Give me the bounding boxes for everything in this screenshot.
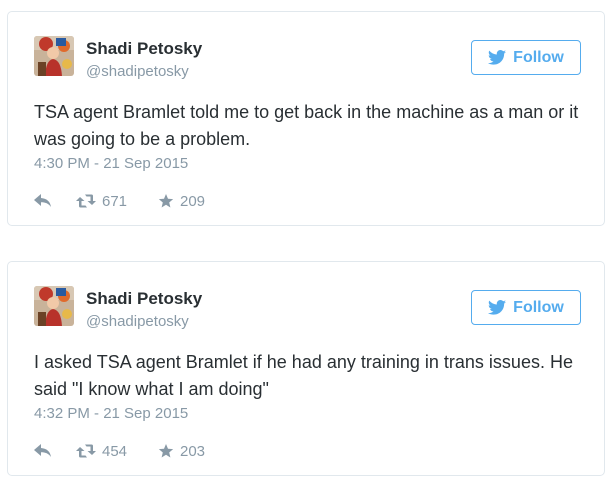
author-handle[interactable]: @shadipetosky (86, 313, 189, 330)
avatar[interactable] (34, 286, 74, 326)
reply-button[interactable] (34, 194, 76, 208)
retweet-count: 454 (102, 442, 128, 460)
favorite-count: 203 (180, 442, 206, 460)
tweet-card: Shadi Petosky @shadipetosky Follow TSA a… (7, 11, 605, 226)
author-name[interactable]: Shadi Petosky (86, 289, 202, 309)
follow-label: Follow (513, 48, 564, 66)
retweet-icon (76, 444, 96, 458)
twitter-bird-icon (488, 50, 507, 65)
reply-icon (34, 444, 51, 457)
tweet-actions: 454 203 (34, 440, 205, 462)
reply-icon (34, 194, 51, 207)
retweet-button[interactable]: 671 (76, 193, 158, 210)
follow-label: Follow (513, 298, 564, 316)
favorite-button[interactable]: 203 (158, 443, 205, 460)
reply-button[interactable] (34, 444, 76, 458)
author-name[interactable]: Shadi Petosky (86, 39, 202, 59)
tweet-card: Shadi Petosky @shadipetosky Follow I ask… (7, 261, 605, 476)
tweet-text: I asked TSA agent Bramlet if he had any … (34, 352, 573, 399)
avatar[interactable] (34, 36, 74, 76)
retweet-icon (76, 194, 96, 208)
tweet-text: TSA agent Bramlet told me to get back in… (34, 102, 579, 149)
tweet-timestamp[interactable]: 4:30 PM - 21 Sep 2015 (34, 155, 188, 172)
author-handle[interactable]: @shadipetosky (86, 63, 189, 80)
follow-button[interactable]: Follow (471, 40, 581, 75)
star-icon (158, 444, 174, 458)
retweet-count: 671 (102, 192, 128, 210)
follow-button[interactable]: Follow (471, 290, 581, 325)
tweet-actions: 671 209 (34, 190, 205, 212)
twitter-bird-icon (488, 300, 507, 315)
star-icon (158, 194, 174, 208)
retweet-button[interactable]: 454 (76, 443, 158, 460)
favorite-count: 209 (180, 192, 206, 210)
favorite-button[interactable]: 209 (158, 193, 205, 210)
tweet-timestamp[interactable]: 4:32 PM - 21 Sep 2015 (34, 405, 188, 422)
